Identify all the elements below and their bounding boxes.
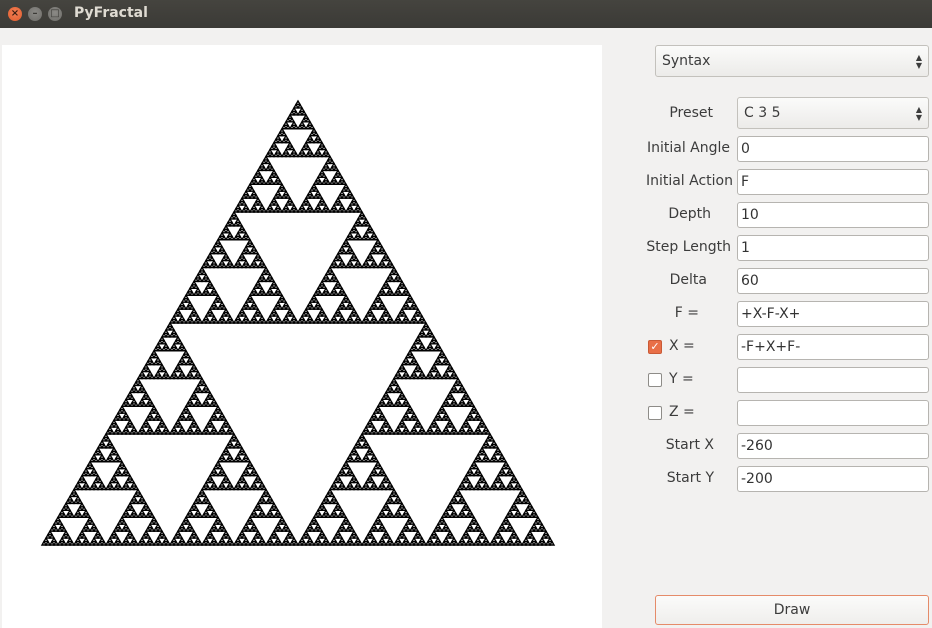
start-x-label: Start X [665,437,714,453]
draw-button[interactable]: Draw [655,595,929,625]
start-x-field[interactable] [737,433,929,459]
x-rule-checkbox[interactable]: ✓ [648,340,662,354]
z-rule-label: Z = [669,404,695,420]
step-length-label: Step Length [646,239,731,255]
preset-select[interactable]: C 3 5 ▲ ▼ [737,97,929,129]
maximize-icon[interactable]: □ [48,7,62,21]
preset-label: Preset [669,105,713,121]
z-rule-field[interactable] [737,400,929,426]
delta-field[interactable] [737,268,929,294]
fractal-shape [40,99,556,546]
y-rule-field[interactable] [737,367,929,393]
title-bar: × – □ PyFractal [0,0,932,28]
mode-select[interactable]: Syntax ▲ ▼ [655,45,929,77]
minimize-icon[interactable]: – [28,7,42,21]
initial-angle-label: Initial Angle [646,140,730,156]
mode-select-value: Syntax [662,53,711,69]
close-icon[interactable]: × [8,7,22,21]
start-y-label: Start Y [666,470,714,486]
delta-label: Delta [669,272,707,288]
window-title: PyFractal [74,5,148,21]
up-down-arrows-icon: ▲ ▼ [915,53,922,70]
y-rule-checkbox[interactable] [648,373,662,387]
fractal-canvas [2,45,602,628]
sierpinski-triangle-drawing [40,99,556,546]
z-rule-checkbox[interactable] [648,406,662,420]
initial-angle-field[interactable] [737,136,929,162]
f-rule-label: F = [674,305,699,321]
initial-action-label: Initial Action [645,173,733,189]
depth-field[interactable] [737,202,929,228]
f-rule-field[interactable] [737,301,929,327]
checkmark-icon: ✓ [650,340,660,353]
up-down-arrows-icon: ▲ ▼ [915,105,922,122]
y-rule-label: Y = [669,371,694,387]
x-rule-label: X = [669,338,695,354]
initial-action-field[interactable] [737,169,929,195]
depth-label: Depth [668,206,711,222]
preset-select-value: C 3 5 [744,105,781,121]
step-length-field[interactable] [737,235,929,261]
start-y-field[interactable] [737,466,929,492]
x-rule-field[interactable] [737,334,929,360]
